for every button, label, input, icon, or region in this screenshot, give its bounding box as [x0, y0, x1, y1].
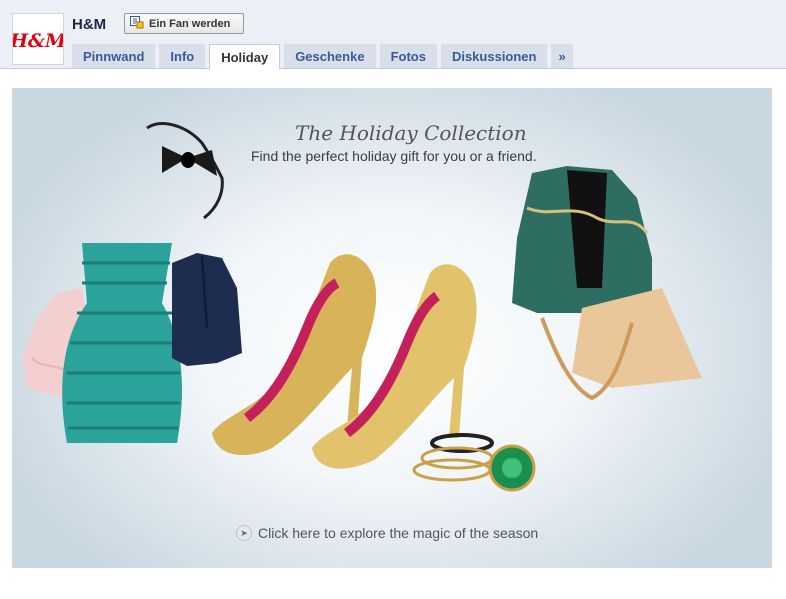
become-fan-label: Ein Fan werden [149, 17, 231, 30]
fan-icon [130, 15, 144, 32]
hm-logo-mark: H&M [13, 30, 63, 52]
explore-link[interactable]: ➤ Click here to explore the magic of the… [236, 525, 538, 541]
tab-holiday[interactable]: Holiday [209, 44, 281, 70]
green-dress-image [62, 243, 182, 443]
navy-blazer-image [172, 253, 242, 366]
explore-link-label: Click here to explore the magic of the s… [258, 525, 539, 541]
tab-fotos[interactable]: Fotos [379, 44, 437, 68]
sequin-jacket-image [512, 166, 652, 313]
page-tabs: Pinnwand Info Holiday Geschenke Fotos Di… [72, 44, 577, 70]
hm-logo[interactable]: H&M [12, 13, 64, 65]
become-fan-button[interactable]: Ein Fan werden [124, 13, 244, 34]
logo-text: H&M [13, 30, 63, 52]
collection-subtitle: Find the perfect holiday gift for you or… [251, 148, 537, 164]
tab-info[interactable]: Info [159, 44, 206, 68]
bow-tie-image [146, 122, 224, 220]
gold-shoes-image [212, 254, 477, 469]
tab-pinnwand[interactable]: Pinnwand [72, 44, 156, 68]
holiday-banner[interactable]: The Holiday Collection Find the perfect … [12, 88, 772, 568]
tab-diskussionen[interactable]: Diskussionen [440, 44, 548, 68]
page-title[interactable]: H&M [72, 16, 106, 33]
rings-image [412, 433, 536, 492]
tab-more-chevron-icon[interactable]: » [551, 44, 573, 68]
page-header: H&M H&M Ein Fan werden Pinnwand Info Hol… [0, 0, 786, 70]
tab-geschenke[interactable]: Geschenke [284, 44, 376, 68]
collection-title: The Holiday Collection [295, 121, 527, 145]
arrow-right-icon: ➤ [236, 525, 252, 541]
